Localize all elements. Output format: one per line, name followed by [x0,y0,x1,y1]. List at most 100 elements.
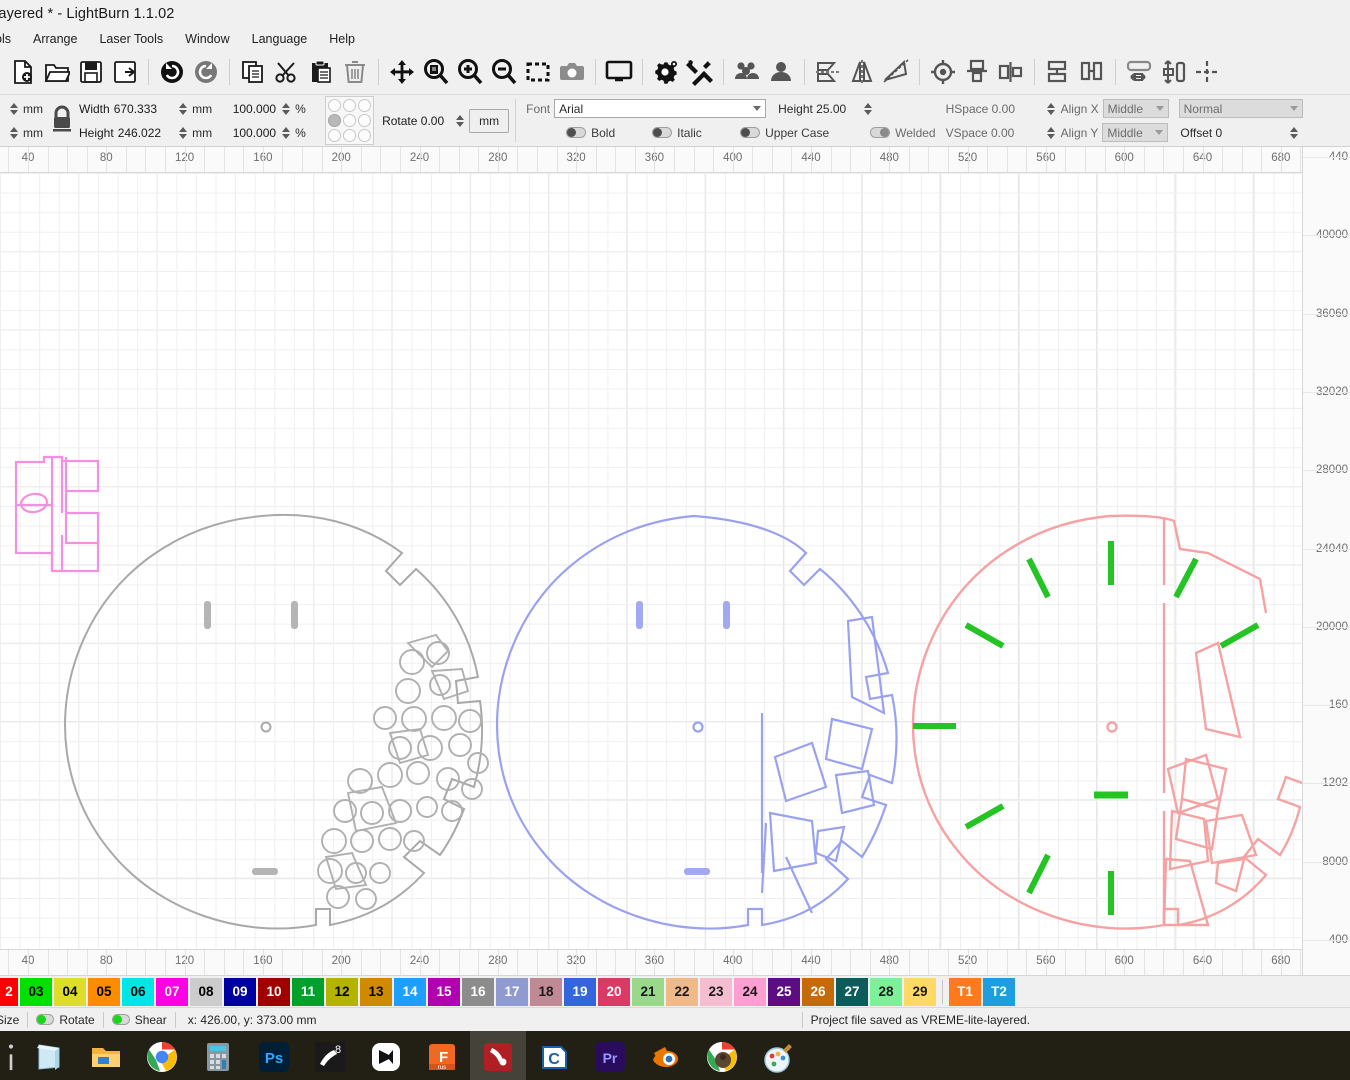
layer-swatch-22[interactable]: 22 [666,977,698,1006]
menu-arrange[interactable]: Arrange [22,30,88,48]
distribute-horizontal-icon[interactable] [1076,56,1108,88]
align-center-icon[interactable] [1191,56,1223,88]
layer-swatch-2[interactable]: 2 [0,977,18,1006]
taskbar-chrome[interactable] [134,1031,190,1080]
zoom-in-icon[interactable] [454,56,486,88]
width-unit-spinner[interactable] [8,100,19,117]
layer-swatch-17[interactable]: 17 [496,977,528,1006]
taskbar-notepad[interactable] [22,1031,78,1080]
vspace-label[interactable]: VSpace 0.00 [946,126,1042,140]
taskbar-start-overflow[interactable] [0,1031,22,1080]
scale-y-value[interactable]: 100.000 [218,126,276,140]
layer-swatch-07[interactable]: 07 [156,977,188,1006]
save-as-icon[interactable] [109,56,141,88]
bold-toggle[interactable]: Bold [566,126,652,140]
open-folder-icon[interactable] [41,56,73,88]
offset-spinner[interactable] [1288,124,1299,141]
layer-swatch-26[interactable]: 26 [802,977,834,1006]
status-size-toggle[interactable]: Size [0,1013,27,1027]
scale-x-value[interactable]: 100.000 [218,102,276,116]
menu-laser-tools[interactable]: Laser Tools [88,30,174,48]
horizontal-ruler-top[interactable]: 40 80 120 160 200 240 280 320 360 400 440 480 520 560… [0,147,1324,173]
scale-x-unit-spinner[interactable] [177,100,188,117]
layer-swatch-21[interactable]: 21 [632,977,664,1006]
italic-toggle[interactable]: Italic [652,126,740,140]
welded-toggle-switch[interactable] [870,127,891,138]
layer-swatch-10[interactable]: 10 [258,977,290,1006]
unit-spinner[interactable] [454,112,465,129]
status-shear-toggle[interactable]: Shear [104,1013,175,1027]
scale-x-percent-spinner[interactable] [280,100,291,117]
status-rotate-toggle[interactable]: Rotate [28,1013,102,1027]
taskbar-photoshop[interactable]: Ps [246,1031,302,1080]
layer-swatch-14[interactable]: 14 [394,977,426,1006]
layer-swatch-29[interactable]: 29 [904,977,936,1006]
taskbar-chrome-2[interactable] [694,1031,750,1080]
height-unit-spinner[interactable] [8,124,19,141]
hspace-label[interactable]: HSpace 0.00 [946,102,1042,116]
taskbar-fusion360[interactable]: Frus [414,1031,470,1080]
taskbar-premiere[interactable]: Pr [582,1031,638,1080]
taskbar-cura[interactable]: C [526,1031,582,1080]
layer-swatch-25[interactable]: 25 [768,977,800,1006]
taskbar-cinema4d[interactable]: 8 [302,1031,358,1080]
layer-swatch-04[interactable]: 04 [54,977,86,1006]
anchor-middle-right[interactable] [357,113,372,128]
design-canvas[interactable] [0,173,1302,949]
shear-toggle-switch[interactable] [111,1014,130,1025]
layer-swatch-08[interactable]: 08 [190,977,222,1006]
layer-swatch-27[interactable]: 27 [836,977,868,1006]
anchor-middle-center[interactable] [342,113,357,128]
font-height-spinner[interactable] [862,100,873,117]
anchor-top-right[interactable] [357,98,372,113]
bold-toggle-switch[interactable] [566,127,587,138]
anchor-top-center[interactable] [342,98,357,113]
vertical-ruler[interactable]: 440 40000 36060 32020 28000 24040 20000 160 1202… [1302,147,1350,975]
rotate-label[interactable]: Rotate 0.00 [382,114,444,128]
scale-y-percent-spinner[interactable] [280,124,291,141]
preview-icon[interactable] [603,56,635,88]
align-horizontal-center-icon[interactable] [995,56,1027,88]
size-match-width-icon[interactable] [1123,56,1155,88]
anchor-bottom-right[interactable] [357,128,372,143]
lock-icon[interactable] [51,104,73,137]
width-value[interactable]: 670.333 [114,102,157,116]
taskbar-lightburn[interactable] [470,1031,526,1080]
taskbar-paint[interactable] [750,1031,806,1080]
layer-swatch-05[interactable]: 05 [88,977,120,1006]
align-y-select[interactable]: Middle [1102,123,1169,142]
anchor-bottom-center[interactable] [342,128,357,143]
text-mode-select[interactable]: Normal [1178,99,1303,118]
size-match-height-icon[interactable] [1157,56,1189,88]
menu-window[interactable]: Window [174,30,240,48]
uppercase-toggle[interactable]: Upper Case [740,126,870,140]
new-file-icon[interactable] [7,56,39,88]
taskbar-explorer[interactable] [78,1031,134,1080]
height-value[interactable]: 246.022 [118,126,161,140]
device-tools-icon[interactable] [684,56,716,88]
flip-diagonal-icon[interactable] [880,56,912,88]
mirror-horizontal-icon[interactable] [812,56,844,88]
menu-language[interactable]: Language [241,30,319,48]
font-select[interactable]: Arial [554,99,767,118]
hspace-spinner[interactable] [1046,100,1057,117]
tool-layer-swatch-T1[interactable]: T1 [949,977,981,1006]
scale-y-unit-spinner[interactable] [177,124,188,141]
camera-icon[interactable] [556,56,588,88]
horizontal-ruler-bottom[interactable]: 40 80 120 160 200 240 280 320 360 400 440 480 520 560… [0,949,1324,975]
move-icon[interactable] [386,56,418,88]
offset-label[interactable]: Offset 0 [1180,126,1284,140]
rotate-toggle-switch[interactable] [36,1014,55,1025]
anchor-bottom-left[interactable] [327,128,342,143]
menu-help[interactable]: Help [318,30,366,48]
frame-selection-icon[interactable] [522,56,554,88]
align-vertical-center-icon[interactable] [961,56,993,88]
ungroup-icon[interactable] [765,56,797,88]
anchor-selector[interactable] [325,96,375,145]
taskbar-capcut[interactable] [358,1031,414,1080]
taskbar-blender[interactable] [638,1031,694,1080]
layer-swatch-11[interactable]: 11 [292,977,324,1006]
anchor-middle-left[interactable] [327,113,342,128]
set-origin-icon[interactable] [927,56,959,88]
undo-icon[interactable] [156,56,188,88]
